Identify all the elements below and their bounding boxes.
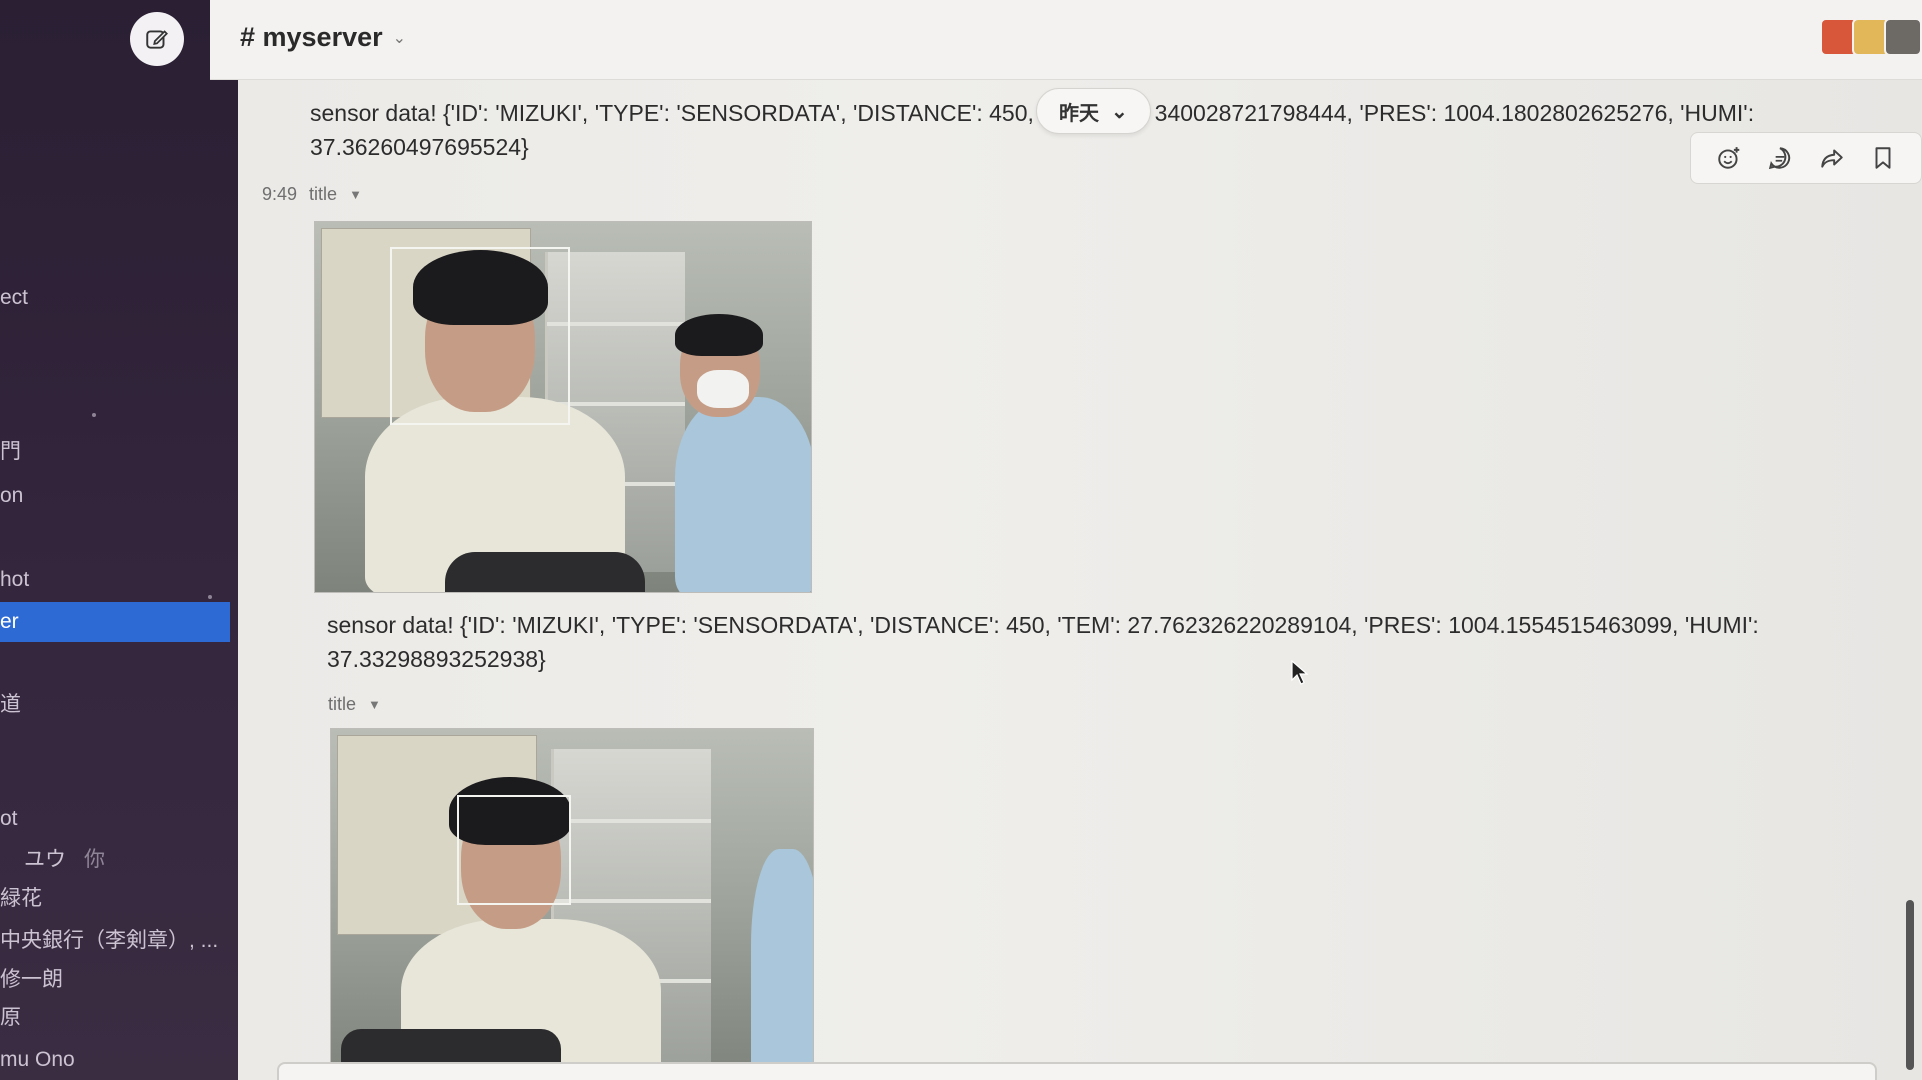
sidebar-item-label: on (0, 484, 24, 507)
message-actions-bar (1690, 132, 1922, 184)
sidebar-item[interactable]: 中央銀行（李剣章）, ... (0, 921, 230, 961)
sidebar-item-label: ot (0, 807, 18, 830)
message-text: sensor data! {'ID': 'MIZUKI', 'TYPE': 'S… (327, 608, 1827, 676)
compose-icon (146, 30, 168, 49)
sidebar-item-label: ユウ (24, 848, 66, 871)
date-divider-button[interactable]: 昨天 ⌄ (1036, 88, 1151, 134)
file-title[interactable]: title (309, 184, 337, 205)
sidebar-item-label: 修一朗 (0, 968, 63, 991)
message-list: sensor data! {'ID': 'MIZUKI', 'TYPE': 'S… (238, 80, 1922, 1080)
attached-image[interactable] (314, 221, 812, 593)
sidebar-item-label: 中央銀行（李剣章）, ... (0, 929, 219, 952)
sidebar-item[interactable]: 緑花 (0, 879, 230, 919)
sidebar-item-label: mu Ono (0, 1048, 75, 1071)
message-line: 37.33298893252938} (327, 646, 546, 672)
save-message-button[interactable] (1868, 143, 1898, 173)
sidebar-item-label: 緑花 (0, 887, 42, 910)
reply-in-thread-button[interactable] (1765, 143, 1795, 173)
message-line: 37.36260497695524} (310, 134, 529, 160)
compose-button[interactable] (130, 12, 184, 66)
add-reaction-button[interactable] (1714, 143, 1744, 173)
image-content (553, 899, 711, 903)
message-line: sensor data! {'ID': 'MIZUKI', 'TYPE': 'S… (327, 612, 1759, 638)
sidebar-item-label: 道 (0, 693, 21, 716)
member-avatars[interactable] (1820, 18, 1922, 56)
channel-header: # myserver ⌄ (210, 0, 1922, 80)
date-label: 昨天 (1059, 102, 1099, 125)
sidebar: ect 門 on hot er 道 ot ユウ你 緑花 中央銀行（李剣章）, .… (0, 0, 238, 1080)
sidebar-item[interactable]: on (0, 476, 230, 516)
sidebar-item[interactable]: mu Ono (0, 1040, 230, 1080)
sidebar-item-label: ect (0, 286, 29, 309)
message-line: sensor data! {'ID': 'MIZUKI', 'TYPE': 'S… (310, 100, 1045, 126)
image-content (675, 314, 763, 356)
channel-name-button[interactable]: # myserver ⌄ (240, 22, 406, 53)
channel-name: # myserver (240, 22, 383, 52)
face-detection-box (390, 247, 570, 425)
face-detection-box (457, 795, 571, 905)
caret-down-icon[interactable]: ▼ (349, 187, 362, 202)
sidebar-item-label: er (0, 610, 19, 633)
message-timestamp[interactable]: 9:49 (262, 184, 297, 205)
caret-down-icon[interactable]: ▼ (368, 697, 381, 712)
image-content (445, 552, 645, 592)
sidebar-dot (92, 413, 96, 417)
sidebar-item[interactable]: 原 (0, 998, 230, 1038)
share-message-button[interactable] (1817, 143, 1847, 173)
sidebar-item[interactable]: 門 (0, 432, 230, 472)
mouse-pointer-icon (1291, 659, 1309, 691)
sidebar-item[interactable]: 道 (0, 685, 230, 725)
add-reaction-icon (1718, 147, 1740, 169)
message-line: 340028721798444, 'PRES': 1004.1802802625… (1154, 100, 1755, 126)
avatar (1884, 18, 1922, 56)
share-icon (1821, 149, 1843, 168)
sidebar-item-dm[interactable]: ユウ你 (0, 840, 230, 880)
reply-in-thread-icon (1769, 147, 1791, 170)
sidebar-item-sublabel: 你 (84, 848, 105, 871)
image-content (553, 819, 711, 823)
chevron-down-icon: ⌄ (1111, 100, 1128, 123)
sidebar-item[interactable]: ect (0, 278, 230, 318)
sidebar-dot (208, 595, 212, 599)
chevron-down-icon: ⌄ (392, 29, 407, 47)
message-input[interactable] (277, 1062, 1877, 1080)
image-content (675, 397, 811, 592)
sidebar-item[interactable]: hot (0, 560, 230, 600)
file-title[interactable]: title (328, 694, 356, 715)
image-content (697, 370, 749, 408)
message-meta: title ▼ (328, 694, 381, 715)
sidebar-item-label: 原 (0, 1006, 21, 1029)
sidebar-item[interactable]: 修一朗 (0, 960, 230, 1000)
message-meta: 9:49 title ▼ (262, 184, 362, 205)
sidebar-item-myserver[interactable]: er (0, 602, 230, 642)
scrollbar[interactable] (1906, 900, 1914, 1070)
attached-image[interactable] (330, 728, 814, 1080)
slack-app: ect 門 on hot er 道 ot ユウ你 緑花 中央銀行（李剣章）, .… (0, 0, 1922, 1080)
sidebar-item-label: hot (0, 568, 30, 591)
bookmark-icon (1875, 147, 1891, 169)
sidebar-item-label: 門 (0, 440, 21, 463)
image-content (751, 849, 813, 1079)
sidebar-item[interactable]: ot (0, 799, 230, 839)
